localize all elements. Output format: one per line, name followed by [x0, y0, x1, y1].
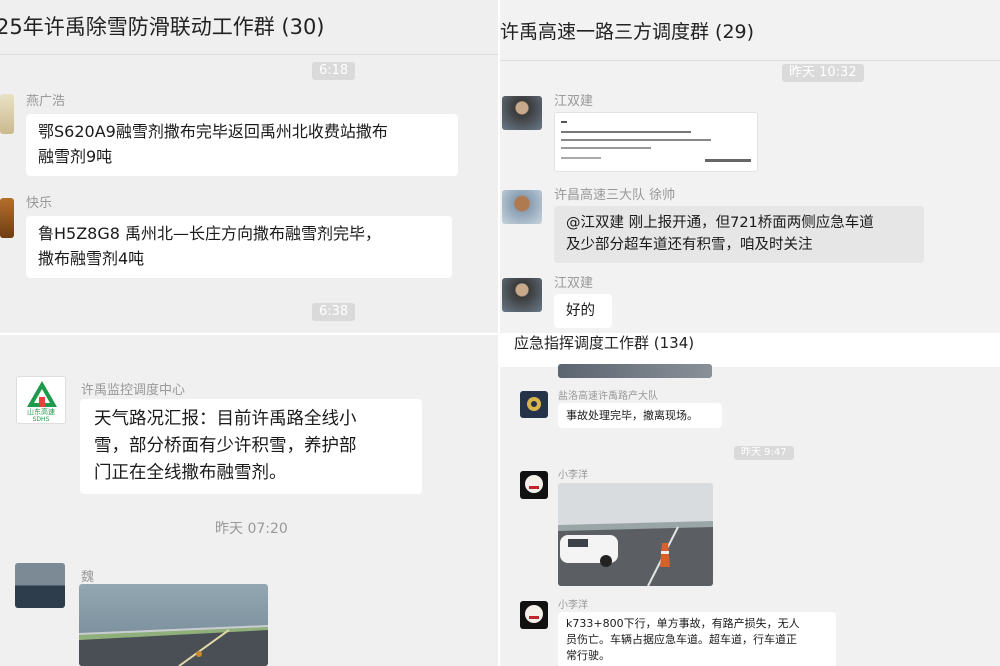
profile-image-icon	[525, 475, 543, 493]
sender-name: 魏	[81, 570, 95, 585]
chat-collage: 25年许禹除雪防滑联动工作群 (30) 6:18 燕广浩 鄂S620A9融雪剂撒…	[0, 0, 1000, 666]
sender-name: 盐洛高速许禹路产大队	[558, 391, 658, 402]
avatar[interactable]	[502, 96, 542, 130]
snowy-highway-image-icon	[79, 584, 268, 666]
sender-name: 许禹监控调度中心	[81, 383, 186, 398]
avatar[interactable]	[15, 563, 65, 608]
message-bubble[interactable]: 鄂S620A9融雪剂撒布完毕返回禹州北收费站撒布 融雪剂9吨	[26, 114, 458, 176]
avatar[interactable]	[520, 471, 548, 499]
accident-scene-image-icon	[558, 483, 713, 586]
message-bubble[interactable]: 鲁H5Z8G8 禹州北—长庄方向撒布融雪剂完毕， 撒布融雪剂4吨	[26, 216, 452, 278]
chat-title: 许禹高速一路三方调度群 (29)	[500, 21, 755, 43]
avatar[interactable]	[0, 94, 14, 134]
chat-panel-emergency: 应急指挥调度工作群 (134) 盐洛高速许禹路产大队 事故处理完毕，撤离现场。 …	[500, 335, 1000, 666]
logo-text: 山东高速	[27, 408, 55, 416]
accident-photo[interactable]	[558, 483, 713, 586]
timestamp: 6:18	[312, 62, 356, 80]
avatar[interactable]	[520, 601, 548, 629]
message-bubble[interactable]: @江双建 刚上报开通，但721桥面两侧应急车道 及少部分超车道还有积雪，咱及时关…	[554, 206, 924, 263]
timestamp: 昨天 07:20	[215, 521, 288, 537]
title-divider	[0, 54, 498, 55]
timestamp: 昨天 9:47	[734, 446, 794, 460]
sender-name: 江双建	[554, 94, 594, 109]
panel-divider	[0, 333, 1000, 335]
chat-panel-snow-removal: 25年许禹除雪防滑联动工作群 (30) 6:18 燕广浩 鄂S620A9融雪剂撒…	[0, 0, 498, 333]
sender-name: 许昌高速三大队 徐帅	[554, 188, 676, 203]
previous-image-fragment	[558, 364, 712, 378]
message-bubble[interactable]: 好的	[554, 294, 612, 329]
chat-title: 25年许禹除雪防滑联动工作群 (30)	[0, 15, 325, 39]
document-image[interactable]	[554, 112, 758, 172]
road-photo[interactable]	[79, 584, 268, 666]
avatar[interactable]	[520, 391, 548, 418]
logo-subtext: SDHS	[32, 416, 50, 423]
message-bubble[interactable]: 事故处理完毕，撤离现场。	[558, 403, 722, 429]
sender-name: 小李洋	[558, 600, 588, 611]
chat-title: 应急指挥调度工作群 (134)	[514, 335, 695, 352]
sender-name: 小李洋	[558, 470, 588, 481]
sender-name: 江双建	[554, 276, 594, 291]
badge-icon	[527, 397, 541, 411]
avatar[interactable]	[502, 190, 542, 224]
avatar-logo[interactable]: 山东高速 SDHS	[16, 376, 66, 424]
sender-name: 燕广浩	[26, 94, 66, 109]
chat-panel-monitoring: 山东高速 SDHS 许禹监控调度中心 天气路况汇报：目前许禹路全线小 雪，部分桥…	[0, 335, 498, 666]
timestamp: 昨天 10:32	[782, 64, 864, 82]
message-bubble[interactable]: k733+800下行，单方事故，有路产损失，无人 员伤亡。车辆占据应急车道。超车…	[558, 612, 836, 666]
chat-panel-dispatch: 许禹高速一路三方调度群 (29) 昨天 10:32 江双建 许昌高速三大队 徐帅…	[500, 0, 1000, 333]
sender-name: 快乐	[26, 196, 53, 211]
profile-image-icon	[525, 605, 543, 623]
timestamp: 6:38	[312, 303, 356, 321]
avatar[interactable]	[502, 278, 542, 312]
message-bubble[interactable]: 天气路况汇报：目前许禹路全线小 雪，部分桥面有少许积雪，养护部 门正在全线撒布融…	[80, 399, 422, 495]
title-divider	[500, 60, 1000, 61]
avatar[interactable]	[0, 198, 14, 238]
document-preview-icon	[561, 121, 751, 162]
